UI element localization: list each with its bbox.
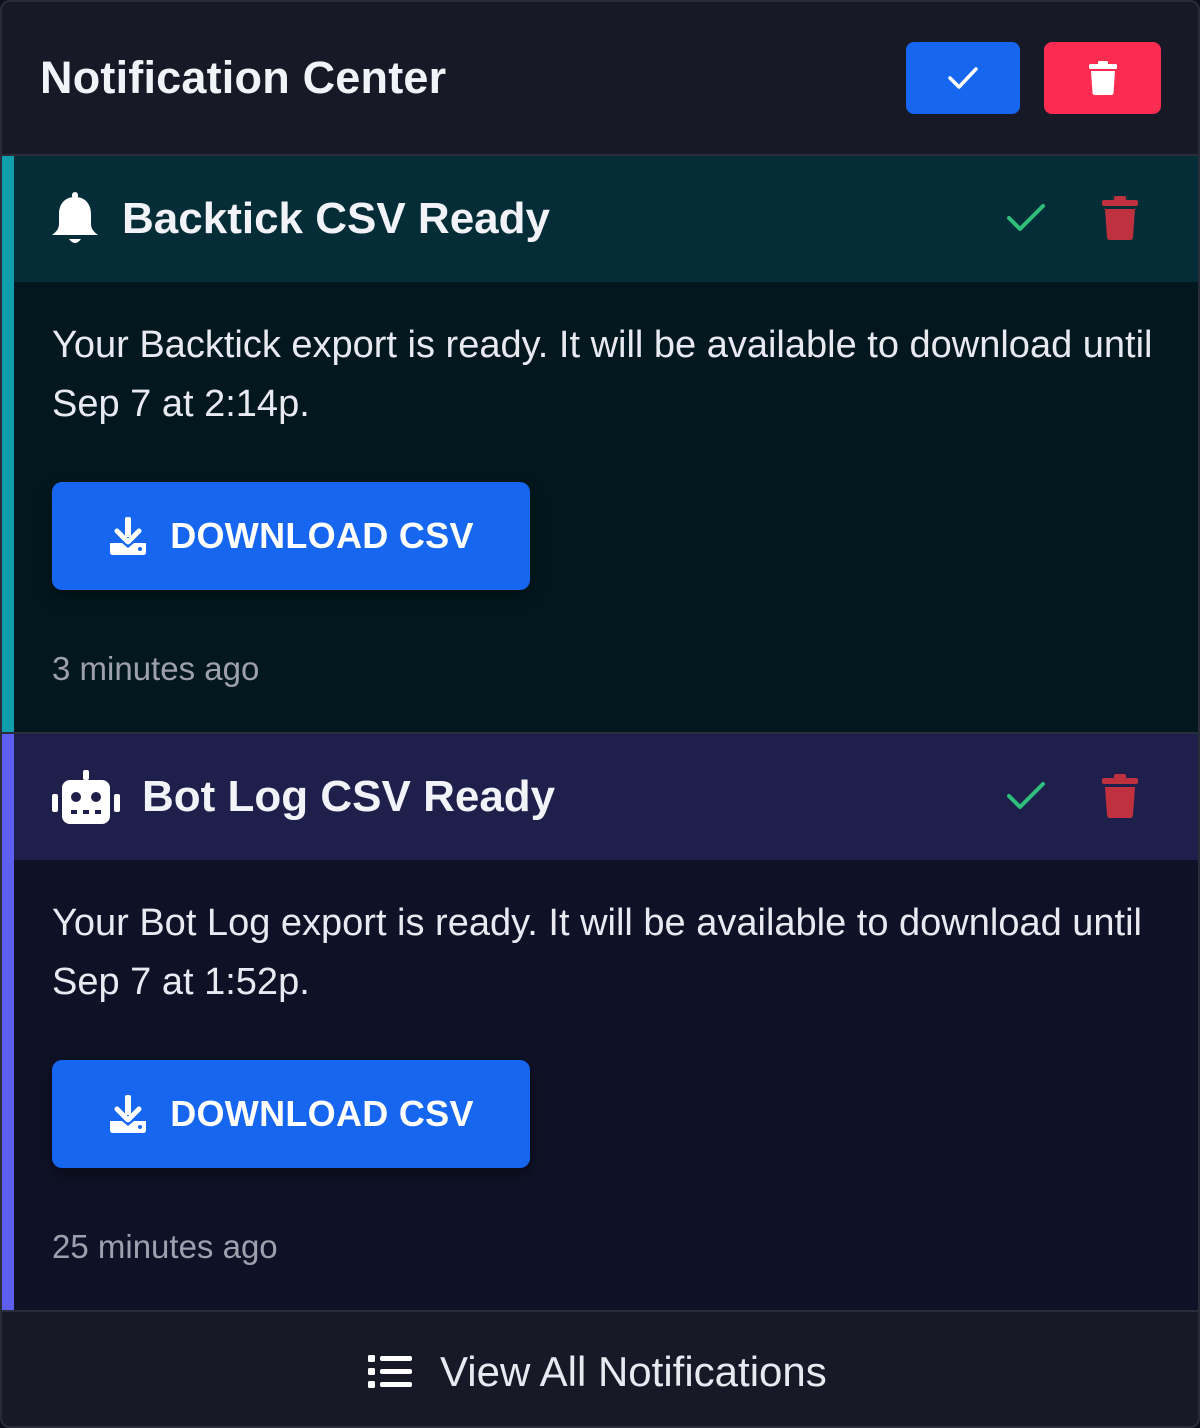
check-icon	[1007, 204, 1045, 231]
list-icon	[368, 1355, 412, 1388]
notification-card: Backtick CSV Ready Your Backtick export …	[2, 156, 1198, 732]
notification-card: Bot Log CSV Ready Your Bot Log export is…	[2, 732, 1198, 1310]
download-csv-button[interactable]: DOWNLOAD CSV	[52, 482, 530, 590]
delete-button[interactable]	[1098, 192, 1142, 244]
download-csv-button[interactable]: DOWNLOAD CSV	[52, 1060, 530, 1168]
delete-button[interactable]	[1098, 770, 1142, 822]
trash-icon	[1088, 61, 1117, 95]
mark-read-button[interactable]	[1004, 194, 1048, 242]
download-icon	[110, 517, 147, 555]
mark-read-button[interactable]	[1004, 772, 1048, 820]
download-icon	[110, 1095, 147, 1133]
robot-icon	[52, 770, 120, 824]
notification-timestamp: 3 minutes ago	[52, 650, 260, 687]
notification-title: Backtick CSV Ready	[122, 194, 550, 243]
notification-header: Backtick CSV Ready	[14, 156, 1198, 282]
check-icon	[948, 67, 978, 89]
panel-footer: View All Notifications	[2, 1310, 1198, 1426]
accent-bar	[2, 156, 14, 732]
download-button-label: DOWNLOAD CSV	[170, 515, 474, 556]
notification-message: Your Backtick export is ready. It will b…	[52, 324, 1153, 425]
delete-all-button[interactable]	[1044, 42, 1161, 114]
notification-timestamp: 25 minutes ago	[52, 1228, 278, 1265]
mark-all-read-button[interactable]	[906, 42, 1020, 114]
notification-center-panel: Notification Center Backtick CSV Ready Y…	[0, 0, 1200, 1428]
notification-message: Your Bot Log export is ready. It will be…	[52, 902, 1142, 1003]
download-button-label: DOWNLOAD CSV	[170, 1093, 474, 1134]
notification-title: Bot Log CSV Ready	[142, 772, 556, 821]
trash-icon	[1102, 196, 1138, 240]
accent-bar	[2, 734, 14, 1310]
bell-icon	[52, 192, 98, 243]
page-title: Notification Center	[40, 52, 447, 103]
view-all-label: View All Notifications	[440, 1348, 827, 1395]
trash-icon	[1102, 774, 1138, 818]
check-icon	[1007, 782, 1045, 809]
notification-header: Bot Log CSV Ready	[14, 734, 1198, 860]
panel-header: Notification Center	[2, 2, 1198, 156]
view-all-notifications-link[interactable]: View All Notifications	[368, 1348, 827, 1396]
